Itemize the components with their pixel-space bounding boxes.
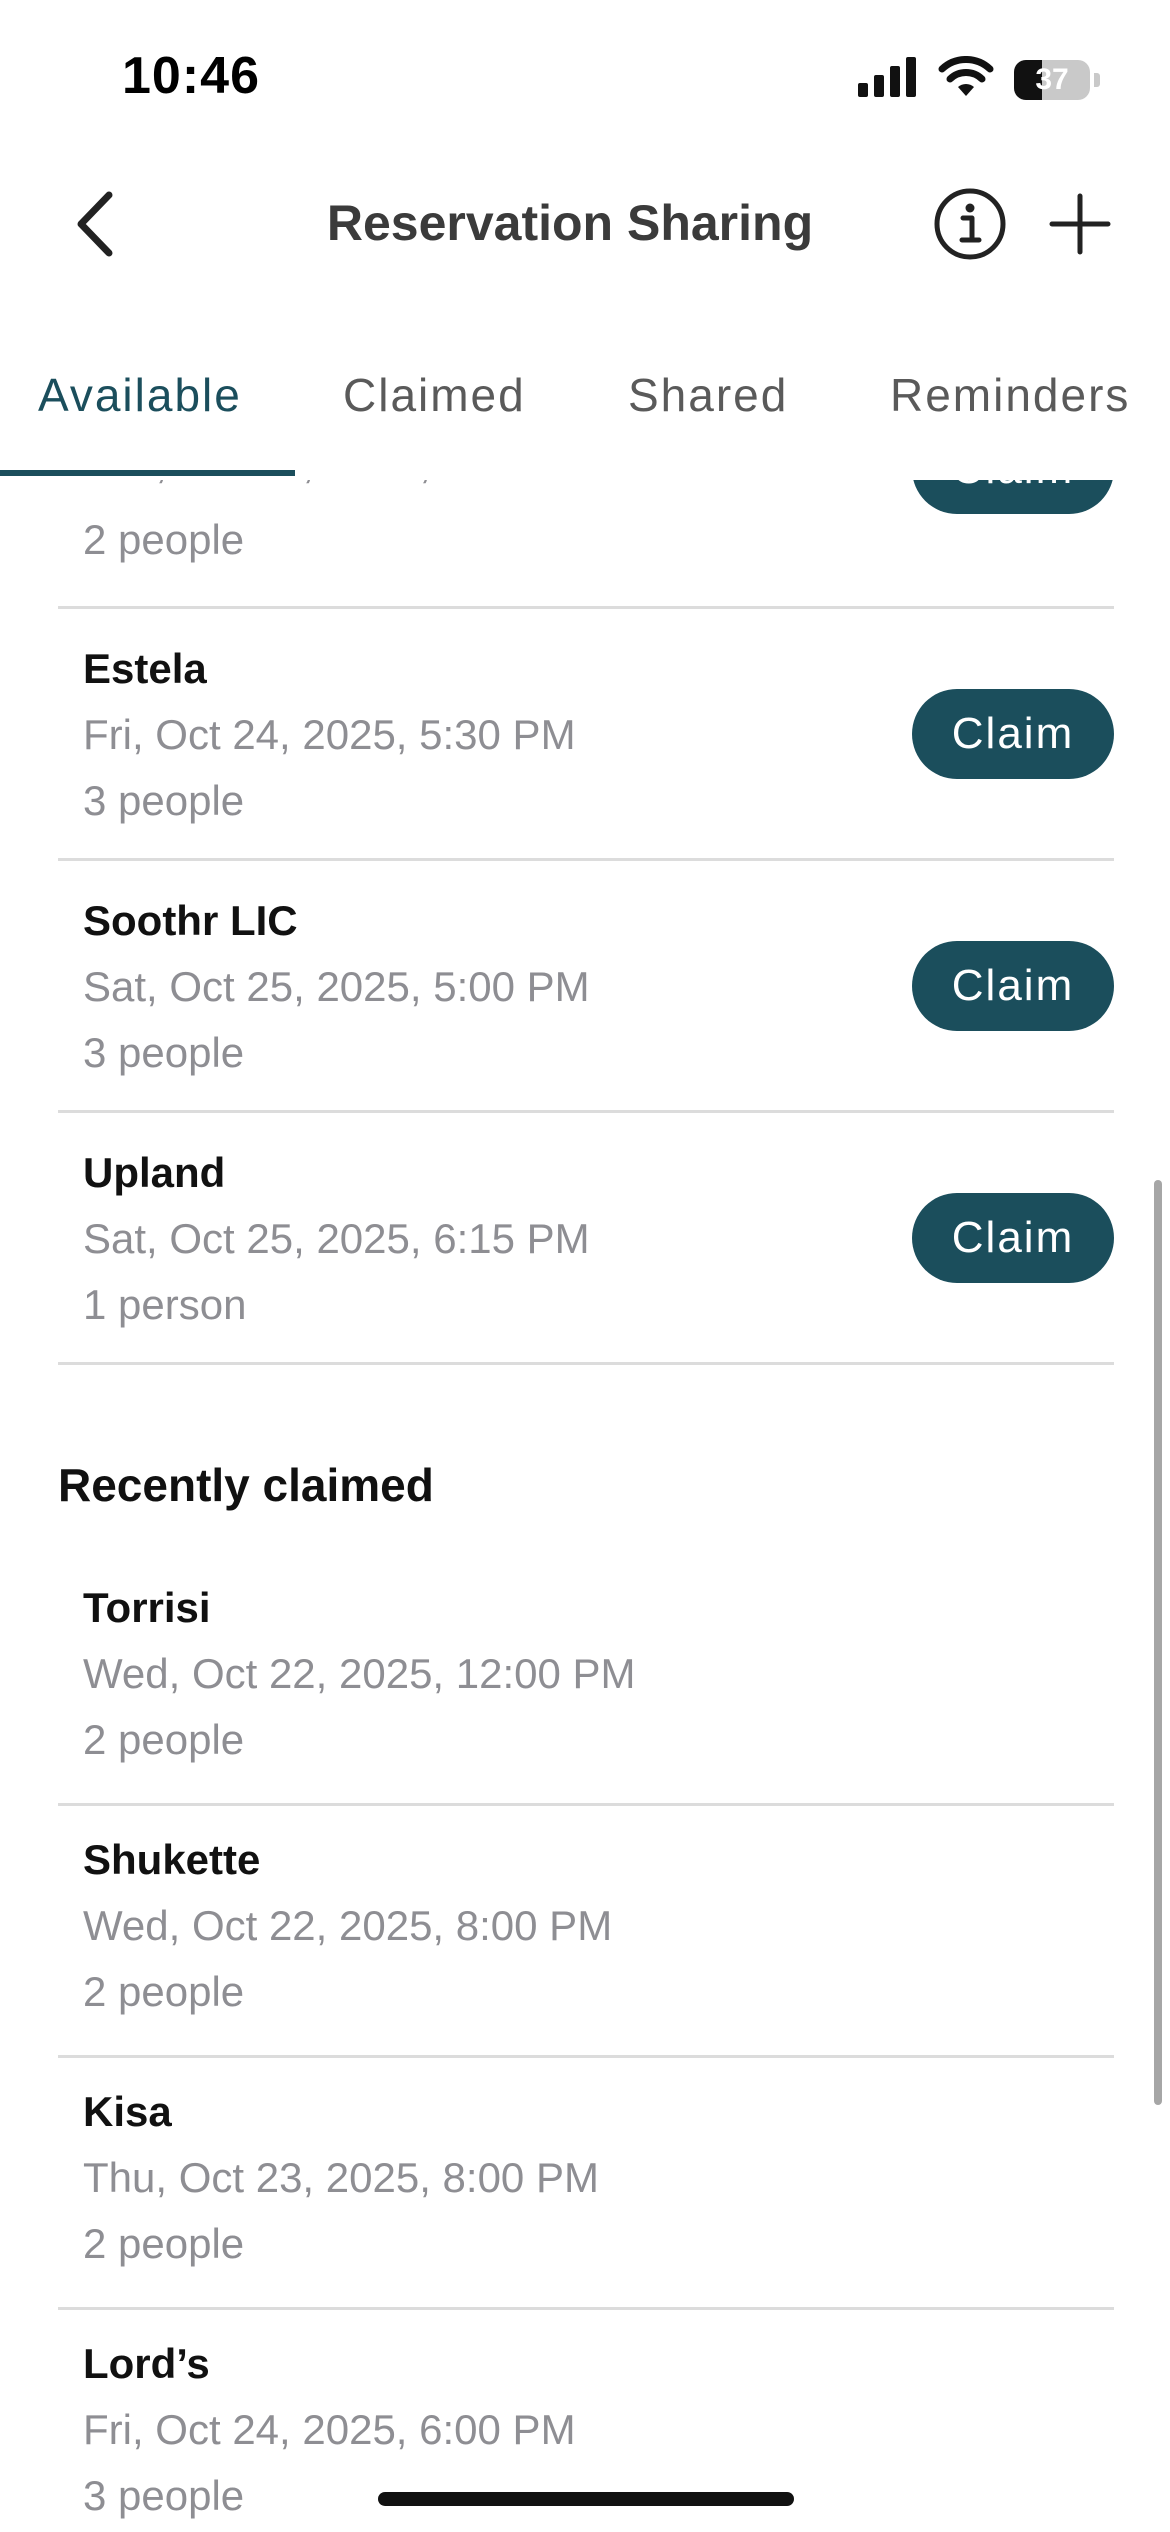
restaurant-name: Torrisi xyxy=(83,1584,211,1631)
battery-level: 37 xyxy=(1035,62,1069,96)
claim-button[interactable]: Claim xyxy=(912,689,1114,779)
status-bar: 10:46 37 xyxy=(0,0,1170,150)
cellular-signal-icon xyxy=(858,57,918,102)
nav-header: Reservation Sharing xyxy=(0,150,1170,300)
list-item[interactable]: Kisa Thu, Oct 23, 2025, 8:00 PM 2 people xyxy=(58,2058,1114,2310)
home-indicator[interactable] xyxy=(378,2492,794,2506)
reservation-date: Sat, Oct 25, 2025, 5:00 PM xyxy=(83,963,590,1010)
party-size: 2 people xyxy=(83,1968,245,2015)
list-item[interactable]: Soothr LIC Sat, Oct 25, 2025, 5:00 PM 3 … xyxy=(58,861,1114,1113)
list-item[interactable]: Torrisi Wed, Oct 22, 2025, 12:00 PM 2 pe… xyxy=(58,1554,1114,1806)
party-size: 1 person xyxy=(83,1281,247,1328)
battery-icon: 37 xyxy=(1014,59,1090,100)
restaurant-name: Upland xyxy=(83,1149,226,1196)
info-icon xyxy=(933,187,1007,266)
party-size: 2 people xyxy=(83,2220,245,2267)
tab-available[interactable]: Available xyxy=(38,368,242,422)
plus-icon xyxy=(1048,192,1112,261)
party-size: 3 people xyxy=(83,1029,245,1076)
tab-reminders[interactable]: Reminders xyxy=(890,368,1130,422)
restaurant-name: Shukette xyxy=(83,1836,261,1883)
reservation-date: Thu, Oct 23, 2025, 8:00 PM xyxy=(83,2154,599,2201)
tab-bar: Available Claimed Shared Reminders xyxy=(0,340,1170,480)
info-button[interactable] xyxy=(930,186,1010,266)
active-tab-indicator xyxy=(0,470,295,476)
tab-shared[interactable]: Shared xyxy=(628,368,788,422)
claim-button[interactable]: Claim xyxy=(912,1193,1114,1283)
reservation-date: Wed, Oct 22, 2025, 8:00 PM xyxy=(83,1902,613,1949)
restaurant-name: Lord’s xyxy=(83,2340,210,2387)
wifi-icon xyxy=(938,56,994,103)
reservation-date: Fri, Oct 24, 2025, 6:00 PM xyxy=(83,2406,576,2453)
reservation-date: Wed, Oct 22, 2025, 12:00 PM xyxy=(83,1650,636,1697)
restaurant-name: Estela xyxy=(83,645,207,692)
add-button[interactable] xyxy=(1040,186,1120,266)
claim-button[interactable]: Claim xyxy=(912,480,1114,514)
status-icons: 37 xyxy=(858,56,1100,103)
restaurant-name: Kisa xyxy=(83,2088,172,2135)
reservation-date: Thu, Oct 23, 2025, 6:45 PM xyxy=(83,480,599,488)
list-item[interactable]: Upland Sat, Oct 25, 2025, 6:15 PM 1 pers… xyxy=(58,1113,1114,1365)
tab-claimed[interactable]: Claimed xyxy=(343,368,526,422)
claim-button[interactable]: Claim xyxy=(912,941,1114,1031)
party-size: 2 people xyxy=(83,1716,245,1763)
list-item[interactable]: Thu, Oct 23, 2025, 6:45 PM 2 people Clai… xyxy=(58,480,1114,609)
reservation-date: Fri, Oct 24, 2025, 5:30 PM xyxy=(83,711,576,758)
restaurant-name: Soothr LIC xyxy=(83,897,298,944)
status-time: 10:46 xyxy=(122,47,260,105)
scrollbar[interactable] xyxy=(1154,1180,1162,2105)
section-title-recently-claimed: Recently claimed xyxy=(58,1459,434,1511)
reservation-list[interactable]: Thu, Oct 23, 2025, 6:45 PM 2 people Clai… xyxy=(0,480,1170,2532)
party-size: 3 people xyxy=(83,2472,245,2519)
party-size: 2 people xyxy=(83,516,245,563)
list-item[interactable]: Shukette Wed, Oct 22, 2025, 8:00 PM 2 pe… xyxy=(58,1806,1114,2058)
battery-nub xyxy=(1094,72,1100,87)
reservation-date: Sat, Oct 25, 2025, 6:15 PM xyxy=(83,1215,590,1262)
party-size: 3 people xyxy=(83,777,245,824)
list-item[interactable]: Estela Fri, Oct 24, 2025, 5:30 PM 3 peop… xyxy=(58,609,1114,861)
